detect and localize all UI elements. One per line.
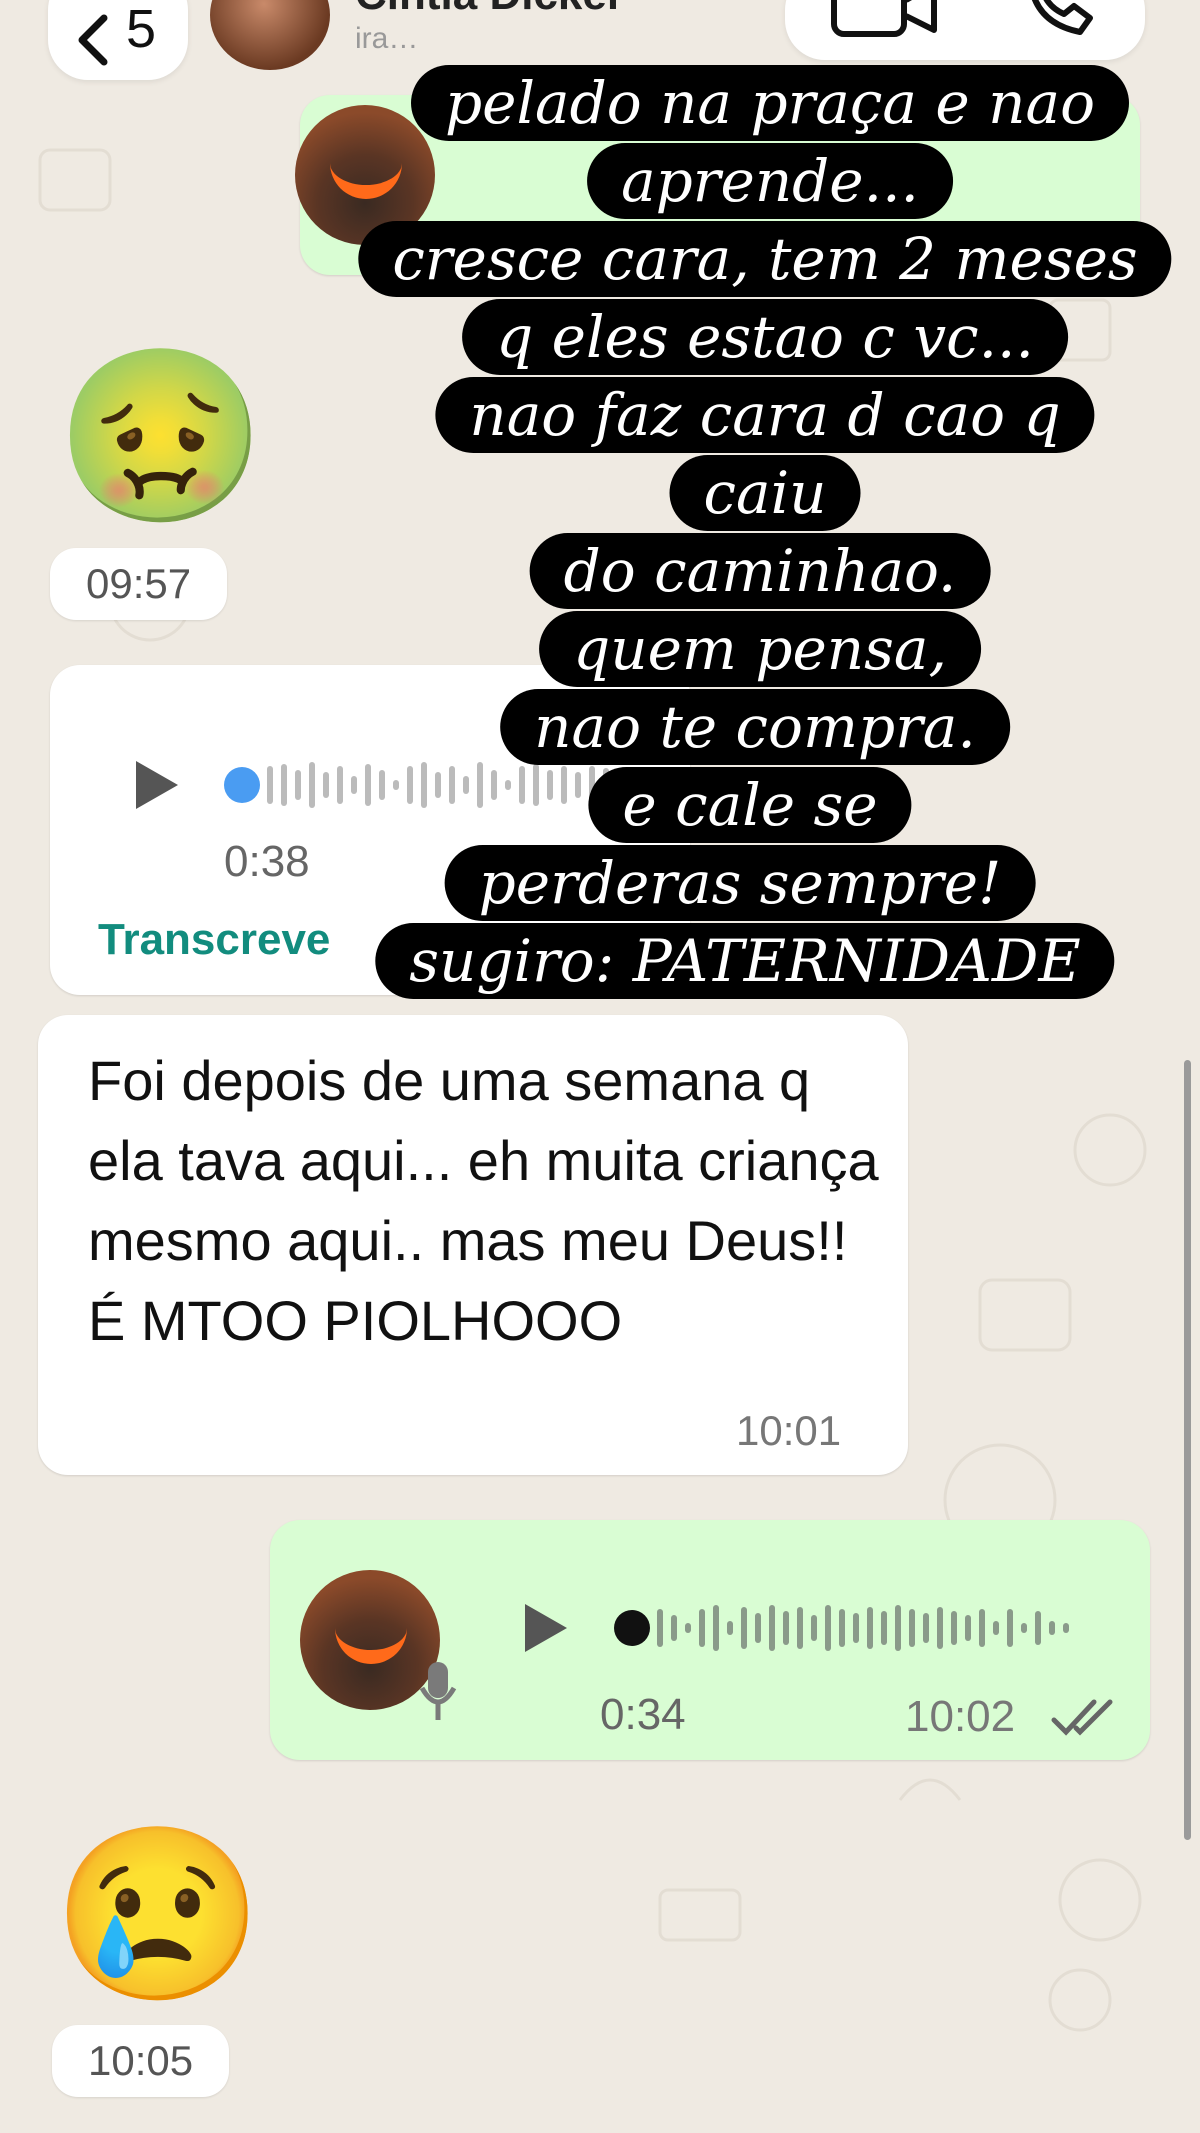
read-receipt-icon xyxy=(1051,1699,1113,1736)
voice-message-outgoing[interactable]: 0:34 10:02 xyxy=(270,1520,1150,1760)
overlay-line: do caminhao. xyxy=(529,533,991,609)
overlay-line: perderas sempre! xyxy=(444,845,1036,921)
play-icon[interactable] xyxy=(515,1598,575,1658)
overlay-line: aprende... xyxy=(587,143,953,219)
message-text: Foi depois de uma semana q ela tava aqui… xyxy=(88,1049,879,1352)
microphone-icon xyxy=(419,1662,457,1720)
voice-duration: 0:34 xyxy=(600,1690,686,1739)
message-time: 10:02 xyxy=(905,1692,1016,1741)
overlay-line: sugiro: PATERNIDADE xyxy=(375,923,1115,999)
text-message-incoming[interactable]: Foi depois de uma semana q ela tava aqui… xyxy=(38,1015,908,1475)
overlay-line: nao faz cara d cao q xyxy=(435,377,1095,453)
overlay-line: nao te compra. xyxy=(500,689,1010,765)
story-text-overlay: pelado na praça e nao aprende... cresce … xyxy=(0,0,1200,1050)
overlay-line: cresce cara, tem 2 meses xyxy=(358,221,1172,297)
overlay-line: e cale se xyxy=(588,767,912,843)
audio-waveform[interactable] xyxy=(608,1598,1108,1658)
overlay-line: q eles estao c vc... xyxy=(462,299,1068,375)
overlay-line: pelado na praça e nao xyxy=(411,65,1129,141)
message-time: 10:01 xyxy=(736,1407,842,1454)
overlay-line: caiu xyxy=(669,455,861,531)
message-time: 10:05 xyxy=(52,2025,230,2097)
emoji-message[interactable]: 😢 xyxy=(52,1830,264,2000)
overlay-line: quem pensa, xyxy=(539,611,981,687)
scrollbar[interactable] xyxy=(1184,1060,1191,1840)
